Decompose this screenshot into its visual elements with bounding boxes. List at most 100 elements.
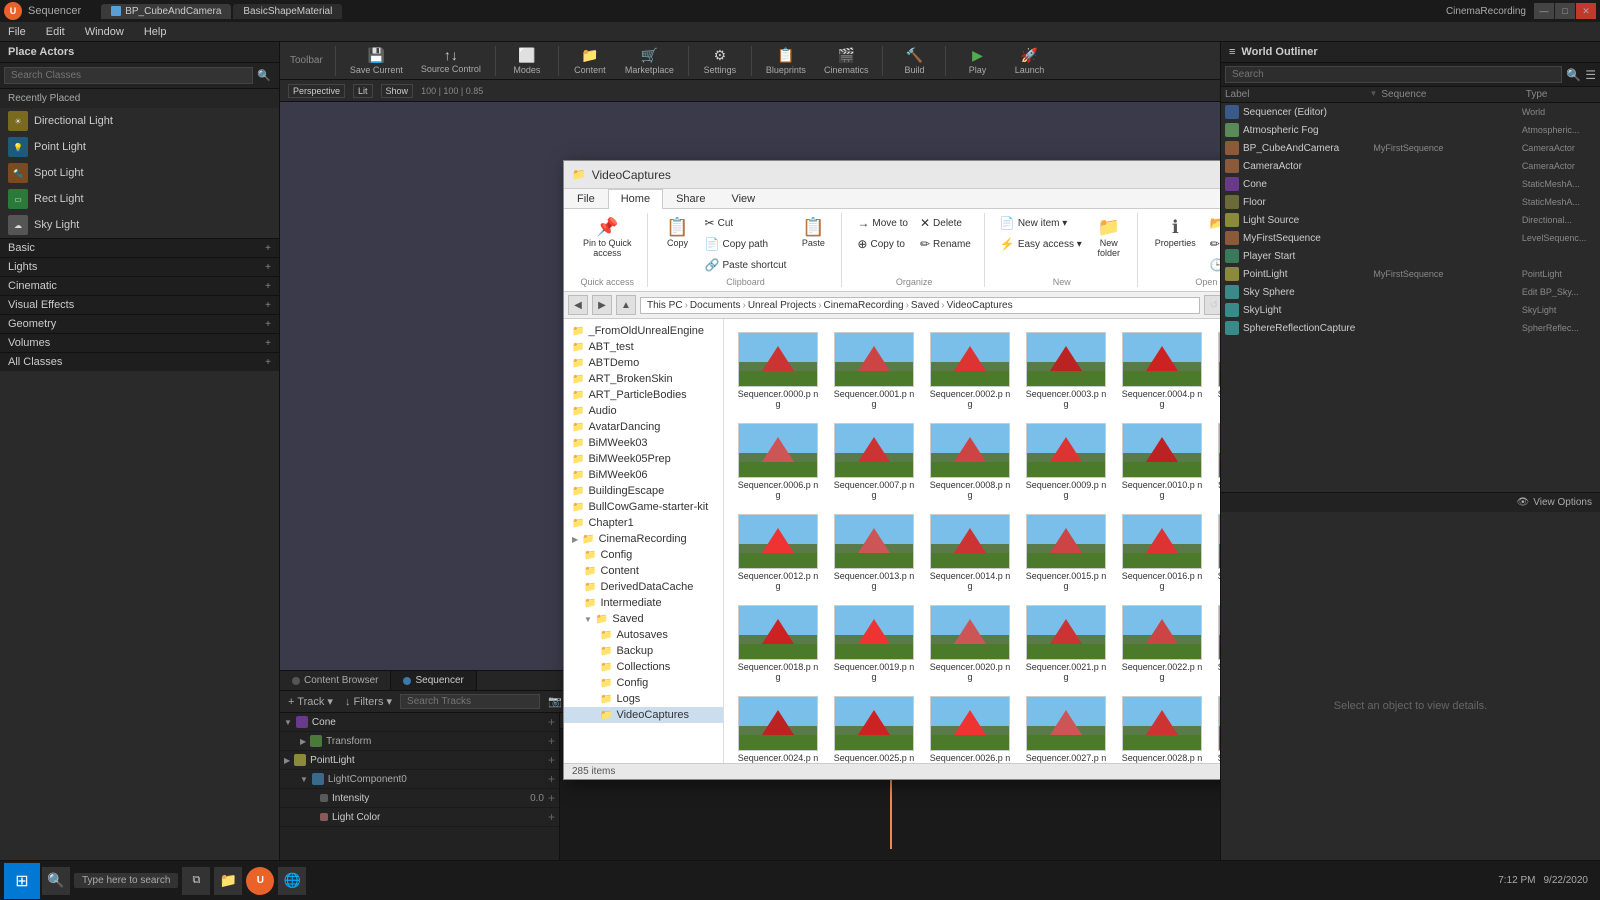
- rename-button[interactable]: ✏ Rename: [915, 234, 976, 254]
- transform-expand-icon[interactable]: ▶: [300, 737, 306, 746]
- file-item-23[interactable]: Sequencer.0023.p ng: [1212, 600, 1220, 687]
- file-item-14[interactable]: Sequencer.0014.p ng: [924, 509, 1016, 596]
- point-light-track-add[interactable]: +: [548, 753, 555, 767]
- viewport-lit[interactable]: Lit: [353, 84, 373, 98]
- tree-bull-cow[interactable]: 📁 BullCowGame-starter-kit: [564, 499, 723, 515]
- minimize-button[interactable]: —: [1534, 3, 1554, 19]
- category-lights[interactable]: Lights +: [0, 257, 279, 276]
- play-button[interactable]: ▶ Play: [952, 45, 1002, 77]
- category-lights-expand[interactable]: +: [265, 262, 271, 273]
- tree-building-escape[interactable]: 📁 BuildingEscape: [564, 483, 723, 499]
- tree-art-particle[interactable]: 📁 ART_ParticleBodies: [564, 387, 723, 403]
- tree-video-captures[interactable]: 📁 VideoCaptures: [564, 707, 723, 723]
- outliner-search-input[interactable]: [1225, 66, 1562, 83]
- outliner-item-player-start[interactable]: Player Start: [1221, 247, 1600, 265]
- category-cinematic-expand[interactable]: +: [265, 281, 271, 292]
- cinematics-button[interactable]: 🎬 Cinematics: [816, 45, 877, 77]
- file-item-3[interactable]: Sequencer.0003.p ng: [1020, 327, 1112, 414]
- track-cone[interactable]: ▼ Cone +: [280, 713, 559, 732]
- modes-button[interactable]: ⬜ Modes: [502, 45, 552, 77]
- light-component-add[interactable]: +: [548, 772, 555, 786]
- track-light-component[interactable]: ▼ LightComponent0 +: [280, 770, 559, 789]
- intensity-add[interactable]: +: [548, 791, 555, 805]
- category-visual-effects[interactable]: Visual Effects +: [0, 295, 279, 314]
- title-tab-bp-cube[interactable]: BP_CubeAndCamera: [101, 4, 231, 19]
- paste-button[interactable]: 📋 Paste: [793, 213, 833, 252]
- track-point-light[interactable]: ▶ PointLight +: [280, 751, 559, 770]
- tree-bim06[interactable]: 📁 BiMWeek06: [564, 467, 723, 483]
- title-tab-basic-shape[interactable]: BasicShapeMaterial: [233, 4, 342, 19]
- tree-cinema-recording[interactable]: ▶ 📁 CinemaRecording: [564, 531, 723, 547]
- new-item-button[interactable]: 📄 New item ▾: [995, 213, 1087, 233]
- outliner-item-camera-actor[interactable]: CameraActor CameraActor: [1221, 157, 1600, 175]
- unreal-taskbar-icon[interactable]: U: [246, 867, 274, 895]
- file-item-20[interactable]: Sequencer.0020.p ng: [924, 600, 1016, 687]
- category-basic[interactable]: Basic +: [0, 238, 279, 257]
- file-item-19[interactable]: Sequencer.0019.p ng: [828, 600, 920, 687]
- file-item-7[interactable]: Sequencer.0007.p ng: [828, 418, 920, 505]
- track-intensity[interactable]: Intensity 0.0 +: [280, 789, 559, 808]
- outliner-item-sky-sphere[interactable]: Sky Sphere Edit BP_Sky...: [1221, 283, 1600, 301]
- file-item-12[interactable]: Sequencer.0012.p ng: [732, 509, 824, 596]
- cut-button[interactable]: ✂ Cut: [700, 213, 792, 233]
- file-item-26[interactable]: Sequencer.0026.p ng: [924, 691, 1016, 763]
- cinema-recording-arrow[interactable]: ▶: [572, 535, 578, 544]
- tree-bim03[interactable]: 📁 BiMWeek03: [564, 435, 723, 451]
- copy-path-button[interactable]: 📄 Copy path: [700, 234, 792, 254]
- search-classes-input[interactable]: [4, 67, 253, 84]
- tree-bim05[interactable]: 📁 BiMWeek05Prep: [564, 451, 723, 467]
- tree-content[interactable]: 📁 Content: [564, 563, 723, 579]
- close-button[interactable]: ✕: [1576, 3, 1596, 19]
- outliner-item-light-source[interactable]: Light Source Directional...: [1221, 211, 1600, 229]
- up-button[interactable]: ▲: [616, 295, 636, 315]
- search-tracks-input[interactable]: [400, 694, 540, 709]
- file-item-10[interactable]: Sequencer.0010.p ng: [1116, 418, 1208, 505]
- cone-track-add[interactable]: +: [548, 715, 555, 729]
- chrome-taskbar-icon[interactable]: 🌐: [278, 867, 306, 895]
- forward-button[interactable]: ▶: [592, 295, 612, 315]
- tree-autosaves[interactable]: 📁 Autosaves: [564, 627, 723, 643]
- outliner-item-sky-light[interactable]: SkyLight SkyLight: [1221, 301, 1600, 319]
- file-explorer-taskbar[interactable]: 📁: [214, 867, 242, 895]
- filters-button[interactable]: ↓ Filters ▾: [341, 693, 396, 710]
- track-transform[interactable]: ▶ Transform +: [280, 732, 559, 751]
- tree-config[interactable]: 📁 Config: [564, 547, 723, 563]
- outliner-item-cone[interactable]: Cone StaticMeshA...: [1221, 175, 1600, 193]
- start-button[interactable]: ⊞: [4, 863, 40, 899]
- ribbon-tab-view[interactable]: View: [718, 189, 768, 208]
- marketplace-button[interactable]: 🛒 Marketplace: [617, 45, 682, 77]
- outliner-item-sphere-reflection[interactable]: SphereReflectionCapture SpherReflec...: [1221, 319, 1600, 337]
- view-options-button[interactable]: 👁 View Options: [1221, 492, 1600, 512]
- launch-button[interactable]: 🚀 Launch: [1004, 45, 1054, 77]
- refresh-button[interactable]: ↺: [1204, 295, 1220, 315]
- copy-button[interactable]: 📋 Copy: [658, 213, 698, 252]
- source-control-button[interactable]: ↑↓ Source Control: [413, 45, 489, 76]
- file-item-24[interactable]: Sequencer.0024.p ng: [732, 691, 824, 763]
- file-item-17[interactable]: Sequencer.0017.p ng: [1212, 509, 1220, 596]
- saved-arrow[interactable]: ▼: [584, 615, 592, 624]
- ribbon-tab-file[interactable]: File: [564, 189, 608, 208]
- build-button[interactable]: 🔨 Build: [889, 45, 939, 77]
- file-item-28[interactable]: Sequencer.0028.p ng: [1116, 691, 1208, 763]
- tab-content-browser[interactable]: Content Browser: [280, 671, 391, 690]
- move-to-button[interactable]: → Move to: [852, 213, 913, 233]
- file-item-9[interactable]: Sequencer.0009.p ng: [1020, 418, 1112, 505]
- light-color-add[interactable]: +: [548, 810, 555, 824]
- tree-art-broken-skin[interactable]: 📁 ART_BrokenSkin: [564, 371, 723, 387]
- search-icon[interactable]: 🔍: [253, 67, 275, 84]
- file-item-8[interactable]: Sequencer.0008.p ng: [924, 418, 1016, 505]
- file-item-18[interactable]: Sequencer.0018.p ng: [732, 600, 824, 687]
- add-track-button[interactable]: + Track ▾: [284, 693, 337, 710]
- viewport-show[interactable]: Show: [381, 84, 414, 98]
- taskbar-search[interactable]: Type here to search: [74, 873, 178, 888]
- pin-quick-access-button[interactable]: 📌 Pin to Quickaccess: [576, 213, 639, 262]
- tree-backup[interactable]: 📁 Backup: [564, 643, 723, 659]
- cone-expand-icon[interactable]: ▼: [284, 718, 292, 727]
- menu-file[interactable]: File: [4, 24, 30, 40]
- history-button[interactable]: 🕒 History: [1205, 255, 1220, 275]
- settings-button[interactable]: ⚙ Settings: [695, 45, 745, 77]
- light-component-expand-icon[interactable]: ▼: [300, 775, 308, 784]
- category-volumes-expand[interactable]: +: [265, 338, 271, 349]
- category-basic-expand[interactable]: +: [265, 243, 271, 254]
- category-visual-effects-expand[interactable]: +: [265, 300, 271, 311]
